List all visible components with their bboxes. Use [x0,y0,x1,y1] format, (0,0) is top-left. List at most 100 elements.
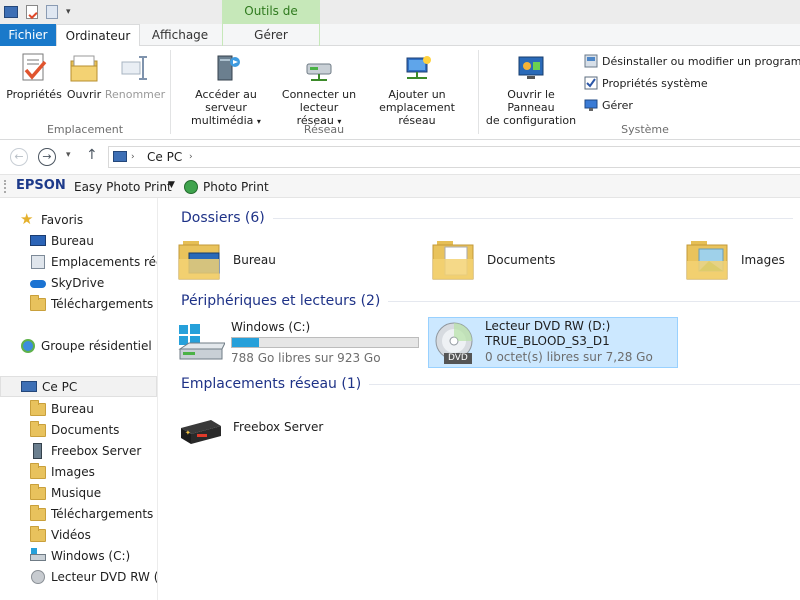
computer-icon[interactable] [4,6,18,18]
system-properties-label: Propriétés système [602,76,708,90]
videos-folder-icon [30,525,46,543]
downloads-folder-icon [30,294,46,312]
nav-item-favorites[interactable]: ★ Favoris [20,209,83,230]
network-location-freebox[interactable]: ✦ Freebox Server [177,401,323,453]
tab-file[interactable]: Fichier [0,24,56,46]
homegroup-icon [20,338,36,354]
properties-button[interactable]: Propriétés [6,52,62,101]
network-drive-icon [303,52,335,84]
nav-item-pc-freebox[interactable]: Freebox Server [30,440,141,461]
rename-label: Renommer [104,88,166,101]
nav-item-pc-videos[interactable]: Vidéos [30,524,91,545]
music-folder-icon [30,483,46,501]
folder-label: Images [741,253,785,267]
map-network-drive-button[interactable]: Connecter un lecteur réseau ▾ [280,52,358,128]
computer-icon [21,379,37,395]
quick-access-toolbar: ▾ [4,3,71,21]
nav-label: Favoris [41,212,84,227]
control-panel-button[interactable]: Ouvrir le Panneau de configuration [482,52,580,127]
folder-desktop[interactable]: Bureau [177,234,276,286]
group-header-divider [388,300,800,302]
media-server-button[interactable]: Accéder au serveur multimédia ▾ [174,52,278,128]
nav-item-this-pc[interactable]: Ce PC [0,376,157,397]
freebox-server-icon: ✦ [177,404,223,450]
nav-item-pc-documents[interactable]: Documents [30,419,119,440]
group-separator [170,50,171,134]
nav-item-fav-recent[interactable]: Emplacements récer [30,251,157,272]
tab-manage[interactable]: Gérer [222,24,320,46]
nav-item-pc-images[interactable]: Images [30,461,95,482]
chevron-down-icon[interactable]: ▾ [66,7,71,17]
photo-print-button[interactable]: Photo Print [203,180,269,194]
nav-label: Lecteur DVD RW (D:) [51,569,158,584]
windows-drive-icon [177,319,226,365]
nav-item-homegroup[interactable]: Groupe résidentiel [20,335,152,356]
chevron-right-icon[interactable]: › [189,152,193,162]
group-header-label: Dossiers (6) [181,210,265,226]
group-header-divider [272,217,793,219]
nav-item-fav-desktop[interactable]: Bureau [30,230,94,251]
nav-item-fav-downloads[interactable]: Téléchargements [30,293,153,314]
star-icon: ★ [20,209,34,228]
easy-photo-print-button[interactable]: Easy Photo Print [74,180,172,194]
nav-label: Vidéos [51,527,91,542]
recent-locations-button[interactable]: ▾ [66,150,71,160]
group-header-divider [369,383,800,385]
add-network-location-button[interactable]: Ajouter un emplacement réseau [362,52,472,127]
back-button[interactable]: ← [10,148,28,166]
group-header-network[interactable]: Emplacements réseau (1) [181,374,800,394]
up-button[interactable]: ↑ [86,147,98,163]
arrow-left-icon: ← [14,150,24,163]
folder-images[interactable]: Images [685,234,785,286]
nav-item-fav-skydrive[interactable]: SkyDrive [30,272,104,293]
dvd-disc-icon: DVD [432,321,476,365]
drive-dvd[interactable]: DVD Lecteur DVD RW (D:) TRUE_BLOOD_S3_D1… [428,317,678,368]
group-system-label: Système [621,123,669,136]
chevron-down-icon[interactable]: ▼ [168,180,175,190]
arrow-up-icon: ↑ [86,147,98,163]
group-network-label: Réseau [303,123,345,136]
drive-usage-bar [231,337,419,348]
nav-item-pc-windows[interactable]: Windows (C:) [30,545,130,566]
uninstall-icon [584,54,598,68]
manage-button[interactable]: Gérer [584,96,633,114]
group-header-devices[interactable]: Périphériques et lecteurs (2) [181,291,800,311]
drive-free-space: 0 octet(s) libres sur 7,28 Go [485,350,653,364]
nav-item-pc-dvd[interactable]: Lecteur DVD RW (D:) [30,566,158,587]
system-properties-button[interactable]: Propriétés système [584,74,708,92]
drive-c[interactable]: Windows (C:) 788 Go libres sur 923 Go [175,317,423,369]
nav-item-pc-desktop[interactable]: Bureau [30,398,94,419]
desktop-folder-icon [30,399,46,417]
control-panel-label-1: Ouvrir le Panneau [507,88,555,114]
windows-drive-icon [30,547,46,564]
computer-management-icon [584,98,598,112]
uninstall-program-button[interactable]: Désinstaller ou modifier un programme [584,52,800,70]
group-header-folders[interactable]: Dossiers (6) [181,208,793,228]
address-bar[interactable]: › Ce PC › [108,146,800,168]
new-folder-icon[interactable] [46,5,58,19]
documents-folder-icon [30,420,46,438]
media-server-icon [30,442,46,459]
network-location-label: Freebox Server [233,420,324,434]
navigation-pane: ★ Favoris Bureau Emplacements récer SkyD… [0,198,158,600]
folder-documents[interactable]: Documents [431,234,555,286]
nav-label: Bureau [51,233,94,248]
chevron-right-icon[interactable]: › [131,152,135,162]
properties-icon [18,52,50,84]
rename-button[interactable]: Renommer [104,52,166,101]
content-pane: Dossiers (6) Bureau Documents Images Pér… [159,198,800,600]
properties-icon[interactable] [26,5,38,20]
tab-computer[interactable]: Ordinateur [56,24,140,47]
nav-item-pc-music[interactable]: Musique [30,482,101,503]
skydrive-icon [30,275,46,291]
nav-item-pc-downloads[interactable]: Téléchargements [30,503,153,524]
nav-label: Bureau [51,401,94,416]
control-panel-icon [515,52,547,84]
tab-view[interactable]: Affichage [140,24,220,46]
forward-button[interactable]: → [38,148,56,166]
breadcrumb-this-pc[interactable]: Ce PC [147,150,182,164]
desktop-folder-icon [177,237,223,283]
open-button[interactable]: Ouvrir [64,52,104,101]
network-location-icon [401,52,433,84]
group-header-label: Emplacements réseau (1) [181,376,362,392]
